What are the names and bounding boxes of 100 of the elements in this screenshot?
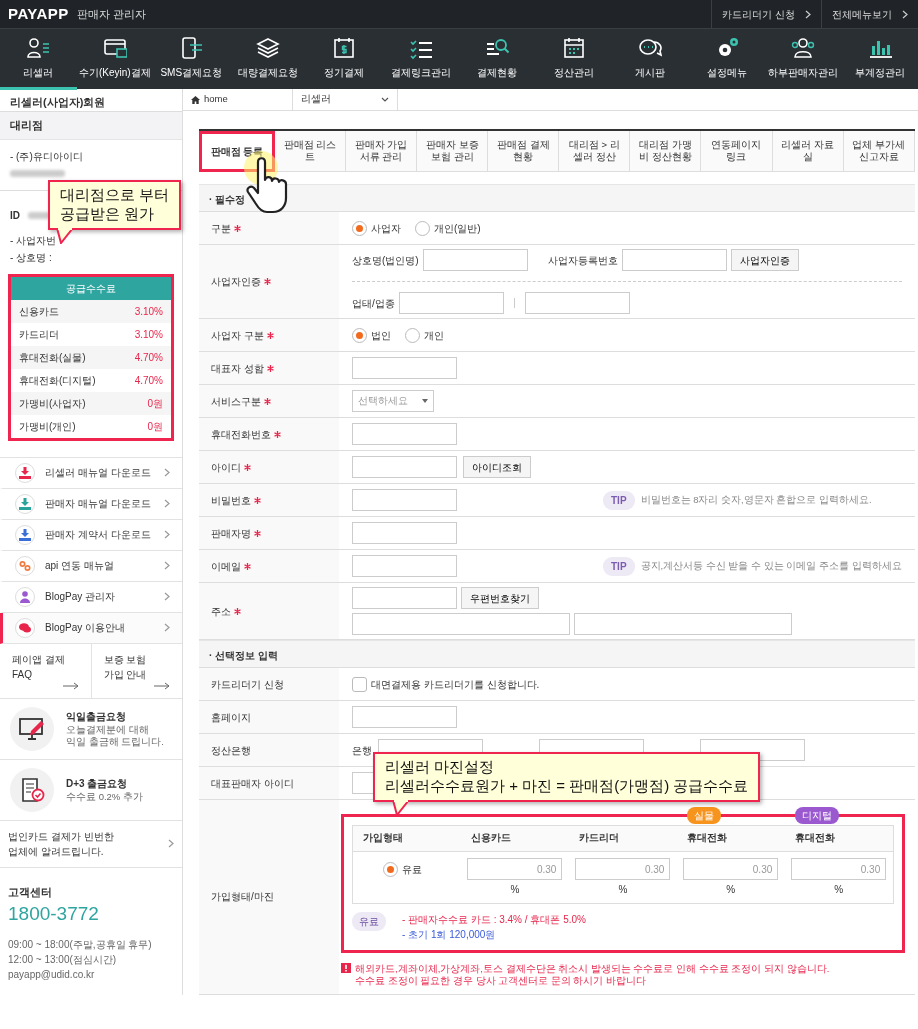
tip-badge: TIP — [603, 490, 635, 510]
column-header: 가입형태 — [363, 832, 403, 844]
nav-tab[interactable]: 결제현황 — [459, 29, 536, 90]
section-title: 대리점 — [0, 112, 182, 140]
input-field[interactable] — [398, 292, 504, 314]
nav-tab[interactable]: 게시판 — [612, 29, 689, 90]
section-title: · 선택정보 입력 — [199, 640, 915, 668]
input-field[interactable] — [352, 456, 457, 478]
radio-option[interactable]: 개인 — [405, 327, 444, 343]
breadcrumb-dropdown[interactable]: 리셀러 — [293, 89, 398, 110]
field-label: 구분 — [211, 221, 231, 236]
tab[interactable]: 리셀러 자료실 — [772, 131, 844, 172]
input-field[interactable] — [352, 706, 457, 728]
chevron-icon — [164, 561, 170, 570]
tab[interactable]: 연동페이지 링크 — [701, 131, 773, 172]
field-label: 서비스구분 — [211, 394, 261, 409]
input-field[interactable] — [352, 555, 457, 577]
home-link[interactable]: home — [183, 89, 293, 110]
nav-tab[interactable]: 결제링크관리 — [382, 29, 459, 90]
nav-tab[interactable]: SMS결제요청 — [153, 29, 230, 90]
checkbox-option[interactable]: 대면결제용 카드리더기를 신청합니다. — [352, 676, 540, 692]
fee-value: 3.10% — [134, 304, 163, 319]
chevron-icon — [902, 9, 908, 19]
chevron-icon — [164, 592, 170, 601]
home-icon — [191, 95, 200, 104]
type-badge: 실물 — [686, 807, 721, 825]
input-field[interactable] — [574, 613, 792, 635]
column-header: 카드리더 — [578, 832, 619, 844]
fee-value: 4.70% — [134, 350, 163, 365]
nav-tab[interactable]: 정기결제 — [306, 29, 383, 90]
chevron-icon — [164, 468, 170, 477]
nav-tab[interactable]: 하부판매자관리 — [765, 29, 842, 90]
quick-link[interactable]: 페이앱 결제 FAQ — [0, 643, 91, 698]
sidebar-item[interactable]: BlogPay 관리자 — [0, 581, 182, 613]
radio-option[interactable]: 법인 — [352, 327, 391, 343]
fee-name: 카드리더 — [19, 327, 59, 342]
note-text: - 초기 1회 120,000원 — [402, 928, 497, 942]
input-field[interactable] — [352, 587, 457, 609]
quick-link[interactable]: 보증 보험 가입 안내 — [90, 643, 182, 698]
table-header: 공급수수료 — [11, 276, 171, 300]
tab[interactable]: 업체 부가세 신고자료 — [843, 131, 915, 172]
arrow-icon — [154, 681, 170, 690]
sidebar-item[interactable]: 리셀러 매뉴얼 다운로드 — [0, 457, 182, 489]
input-field[interactable] — [352, 522, 457, 544]
nav-tab[interactable]: 정산관리 — [535, 29, 612, 90]
calendar-icon — [561, 36, 586, 60]
input-field[interactable] — [524, 292, 630, 314]
sidebar-item[interactable]: 판매자 계약서 다운로드 — [0, 519, 182, 551]
input-field[interactable] — [621, 249, 727, 271]
unit-text: % — [618, 883, 628, 897]
logo[interactable]: PAYAPP — [8, 2, 69, 26]
radio-option[interactable]: 유료 — [383, 862, 423, 877]
sidebar-item[interactable]: 판매자 매뉴얼 다운로드 — [0, 488, 182, 520]
nav-tab[interactable]: 설정메뉴 — [688, 29, 765, 90]
notice-link[interactable]: 법인카드 결제가 빈번한 업체에 알려드립니다. — [0, 820, 182, 868]
field-text: 업태/업종 — [352, 296, 395, 311]
fee-name: 신용카드 — [19, 304, 59, 319]
phone-arrow-icon — [179, 36, 204, 60]
redacted-text — [10, 169, 65, 177]
type-badge: 디지털 — [794, 807, 839, 825]
calendar-dollar-icon — [332, 36, 357, 60]
warning-icon — [341, 963, 351, 973]
layers-icon — [255, 36, 280, 60]
field-label: 비밀번호 — [211, 493, 251, 508]
sidebar-item[interactable]: BlogPay 이용안내 — [0, 612, 182, 644]
input-field[interactable] — [422, 249, 528, 271]
nav-tab[interactable]: 대량결제요청 — [229, 29, 306, 90]
sidebar-item[interactable]: api 연동 매뉴얼 — [0, 550, 182, 582]
radio-option[interactable]: 개인(일반) — [415, 220, 481, 236]
input-field[interactable] — [352, 357, 457, 379]
input-field[interactable] — [352, 423, 457, 445]
field-label: 홈페이지 — [211, 710, 251, 725]
tab[interactable]: 판매점 리스트 — [275, 131, 347, 172]
promo-title[interactable]: 익일출금요청 — [66, 708, 164, 724]
nav-tab[interactable]: 리셀러 — [0, 29, 77, 90]
tab[interactable]: 대리점 가맹비 정산현황 — [630, 131, 702, 172]
field-text: 상호명(법인명) — [352, 253, 419, 268]
nav-tab[interactable]: 수기(Keyin)결제 — [76, 29, 153, 90]
tip-text: 비밀번호는 8자리 숫자,영문자 혼합으로 입력하세요. — [640, 492, 872, 507]
verify-button[interactable]: 사업자인증 — [730, 249, 799, 271]
field-label: 사업자인증 — [211, 275, 261, 289]
postcode-button[interactable]: 우편번호찾기 — [461, 587, 539, 609]
promo-description: 수수료 0.2% 추가 — [66, 790, 143, 804]
radio-option[interactable]: 사업자 — [352, 220, 401, 236]
info-text: - (주)유디아이디 — [9, 149, 84, 164]
field-label: 카드리더기 신청 — [211, 677, 284, 692]
input-field[interactable] — [352, 489, 457, 511]
tip-badge: TIP — [603, 556, 635, 576]
lookup-button[interactable]: 아이디조회 — [463, 456, 531, 478]
tab[interactable]: 판매자 보증보험 관리 — [417, 131, 489, 172]
field-text: 사업자등록번호 — [547, 253, 618, 268]
nav-tab[interactable]: 부계정관리 — [841, 29, 918, 90]
field-label: 아이디 — [211, 460, 241, 475]
promo-title[interactable]: D+3 출금요청 — [66, 775, 143, 791]
input-field[interactable] — [352, 613, 570, 635]
tab[interactable]: 판매점 결제현황 — [488, 131, 560, 172]
fee-name: 휴대전화(실물) — [19, 350, 86, 365]
dropdown-icon — [422, 399, 428, 403]
tab[interactable]: 판매자 가입서류 관리 — [346, 131, 418, 172]
tab[interactable]: 대리점 > 리셀러 정산 — [559, 131, 631, 172]
